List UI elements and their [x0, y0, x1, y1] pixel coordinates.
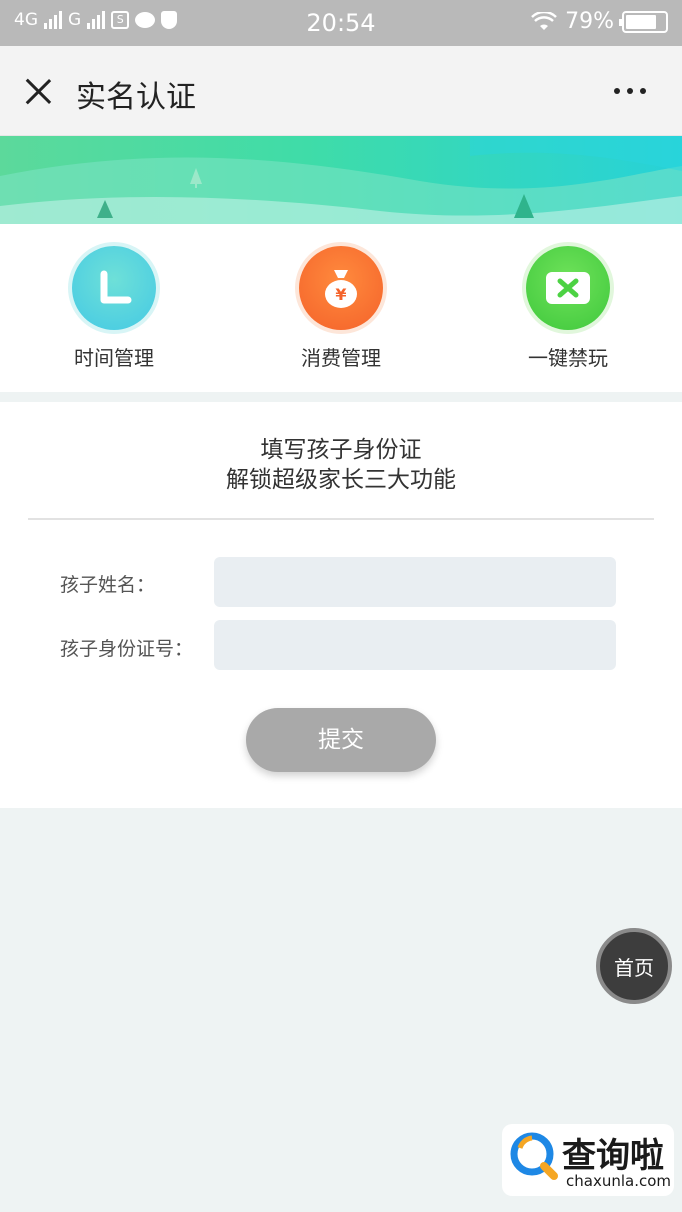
status-bar-right: 79% [531, 9, 668, 34]
form-headline-line1: 填写孩子身份证 [260, 437, 422, 463]
svg-text:¥: ¥ [335, 285, 346, 304]
feature-one-click-ban[interactable]: 一键禁玩 [488, 246, 648, 371]
close-icon[interactable] [18, 72, 58, 112]
home-button[interactable]: 首页 [596, 928, 672, 1004]
banner [0, 136, 682, 224]
watermark: 查询啦 chaxunla.com [502, 1124, 674, 1196]
watermark-url: chaxunla.com [566, 1172, 671, 1190]
submit-button[interactable]: 提交 [246, 708, 436, 772]
search-logo-icon [510, 1132, 558, 1180]
child-name-input[interactable] [214, 557, 616, 607]
status-bar: 4G G S 20:54 79% [0, 0, 682, 46]
battery-icon [619, 10, 668, 33]
feature-label: 时间管理 [74, 346, 154, 370]
id-verification-form: 填写孩子身份证 解锁超级家长三大功能 孩子姓名： 孩子身份证号： 提交 [0, 402, 682, 808]
more-options-icon[interactable] [614, 88, 646, 94]
battery-percent: 79% [565, 9, 614, 34]
ban-icon [526, 246, 610, 330]
feature-time-management[interactable]: 时间管理 [34, 246, 194, 371]
feature-label: 一键禁玩 [528, 346, 608, 370]
feature-row: 时间管理 ¥ 消费管理 一键禁玩 [0, 224, 682, 392]
wifi-icon [531, 11, 557, 30]
child-id-input[interactable] [214, 620, 616, 670]
clock-icon [72, 246, 156, 330]
banner-waves [0, 136, 682, 224]
child-name-label: 孩子姓名： [60, 574, 156, 596]
page-title: 实名认证 [76, 80, 196, 115]
divider [28, 518, 654, 520]
form-headline-line2: 解锁超级家长三大功能 [226, 467, 456, 493]
feature-spending-management[interactable]: ¥ 消费管理 [261, 246, 421, 371]
feature-label: 消费管理 [301, 346, 381, 370]
nav-header: 实名认证 [0, 46, 682, 136]
watermark-brand: 查询啦 [562, 1136, 664, 1176]
child-id-label: 孩子身份证号： [60, 638, 194, 660]
money-bag-icon: ¥ [299, 246, 383, 330]
